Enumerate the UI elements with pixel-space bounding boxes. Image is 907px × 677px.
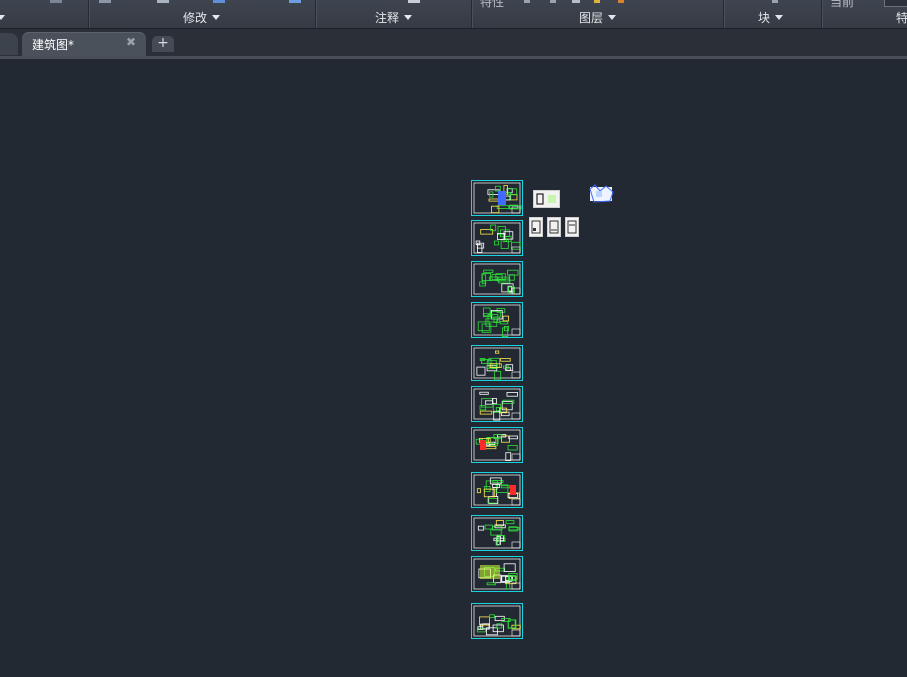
plus-icon[interactable]: +	[152, 36, 174, 52]
drawing-sheet-thumbnail[interactable]	[471, 472, 523, 508]
ribbon-panel-bar: 修改 注释 特性 图层 块 当前 特	[0, 0, 907, 29]
panel-title-properties[interactable]: 特	[896, 9, 907, 25]
sheet-drawing	[473, 474, 521, 506]
detail-sheet[interactable]	[565, 217, 579, 237]
drawing-sheet-thumbnail[interactable]	[471, 603, 523, 639]
sheet-drawing	[473, 182, 522, 214]
lock-icon	[618, 0, 624, 3]
layer-tool-icon	[572, 0, 580, 3]
panel-title-layers[interactable]: 图层	[579, 9, 617, 25]
detail-sheet[interactable]	[533, 190, 560, 208]
drawing-sheet-thumbnail[interactable]	[471, 556, 523, 592]
sheet-drawing	[473, 222, 521, 254]
drawing-sheet-thumbnail[interactable]	[471, 515, 523, 551]
ribbon-panel-layers[interactable]: 特性 图层	[472, 0, 723, 28]
offset-icon	[289, 0, 301, 3]
tool-icon	[50, 0, 62, 3]
panel-title-label: 图层	[579, 10, 604, 25]
text-icon	[408, 0, 420, 3]
drawing-sheet-thumbnail[interactable]	[471, 386, 523, 422]
sheet-drawing	[473, 558, 521, 590]
ribbon-panel-block[interactable]: 块	[724, 0, 821, 28]
panel-title-block[interactable]: 块	[758, 9, 784, 25]
panel-title-label: 注释	[375, 10, 400, 25]
panel-title-label: 修改	[183, 10, 208, 25]
sheet-drawing	[473, 347, 521, 380]
chevron-down-icon	[212, 14, 221, 20]
sheet-drawing	[473, 263, 521, 295]
drawing-sheet-thumbnail[interactable]	[471, 345, 523, 381]
ribbon-panel-draw[interactable]	[0, 0, 88, 28]
chevron-down-icon	[608, 14, 617, 20]
copy-icon	[157, 0, 169, 3]
layer-tool-icon	[524, 0, 530, 3]
sheet-drawing	[473, 605, 521, 637]
detail-sheet[interactable]	[529, 217, 543, 237]
sheet-drawing	[473, 517, 521, 549]
drawing-sheet-thumbnail[interactable]	[471, 180, 523, 216]
ribbon-panel-properties[interactable]: 当前 特	[822, 0, 907, 28]
tab-label: 建筑图*	[32, 38, 75, 52]
drawing-sheet-thumbnail[interactable]	[471, 220, 523, 256]
tab-architecture-drawing[interactable]: 建筑图* ✖	[22, 32, 146, 56]
chevron-down-icon	[0, 15, 5, 20]
panel-title-label: 特	[896, 10, 907, 25]
panel-title-annotate[interactable]: 注释	[375, 9, 413, 25]
start-tab[interactable]	[0, 33, 18, 55]
drawing-canvas[interactable]	[0, 59, 907, 677]
panel-title-label: 块	[758, 10, 771, 25]
ribbon-panel-modify[interactable]: 修改	[89, 0, 315, 28]
move-icon	[99, 0, 111, 3]
file-tab-bar: 建筑图* ✖ +	[0, 29, 907, 59]
light-bulb-icon	[594, 0, 600, 3]
layer-tool-icon	[550, 0, 556, 3]
sheet-drawing	[473, 429, 521, 462]
block-tool-icon	[772, 0, 778, 3]
detail-sheet-drawing	[536, 193, 556, 205]
array-icon	[213, 0, 225, 3]
close-icon[interactable]: ✖	[126, 35, 136, 49]
panel-title-modify[interactable]: 修改	[183, 9, 221, 25]
property-dropdown[interactable]	[884, 0, 907, 7]
detail-sheet-drawing	[531, 220, 541, 234]
chevron-down-icon	[775, 14, 784, 20]
sheet-drawing	[473, 388, 521, 421]
drawing-sheet-thumbnail[interactable]	[471, 261, 523, 297]
properties-label: 特性	[480, 0, 505, 9]
detail-sheet-drawing	[549, 220, 559, 234]
detail-sheet[interactable]	[547, 217, 561, 237]
drawing-sheet-thumbnail[interactable]	[471, 302, 523, 338]
sheet-drawing	[473, 304, 521, 337]
ribbon-panel-annotate[interactable]: 注释	[316, 0, 471, 28]
drawing-sheet-thumbnail[interactable]	[471, 427, 523, 463]
detail-sheet-drawing	[567, 220, 577, 234]
stray-drawing-object[interactable]	[586, 183, 616, 205]
chevron-down-icon	[404, 14, 413, 20]
current-label: 当前	[830, 0, 855, 9]
